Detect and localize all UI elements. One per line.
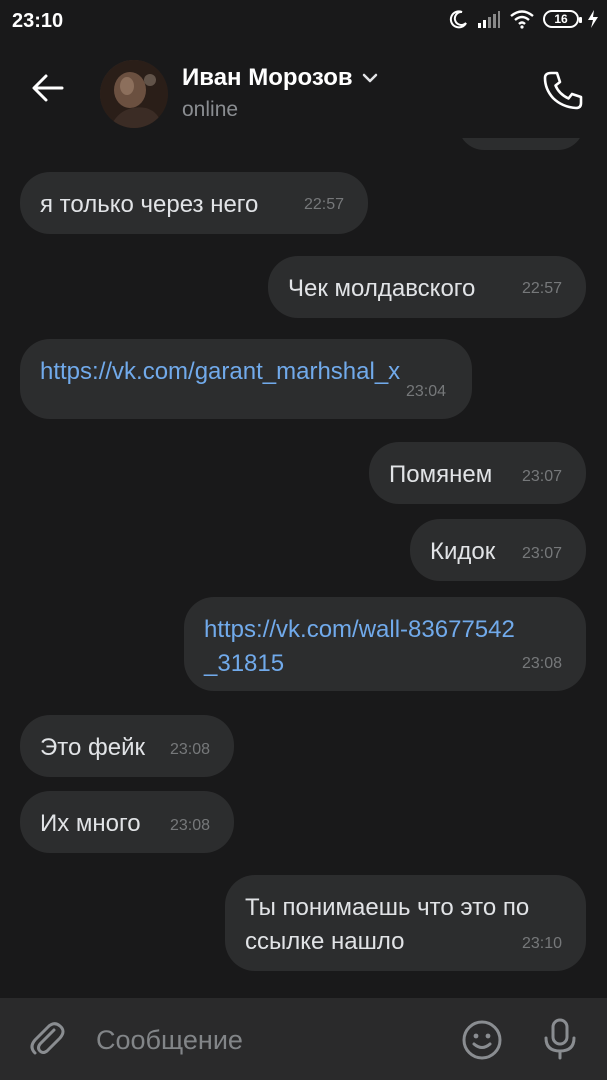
message-bubble-outgoing[interactable]: https://vk.com/wall-83677542 _31815 23:0… — [184, 597, 586, 691]
message-time: 23:07 — [522, 468, 563, 485]
battery-level: 16 — [554, 12, 568, 26]
contact-name-row[interactable]: Иван Морозов — [182, 64, 379, 92]
message-time: 23:08 — [170, 817, 211, 834]
message-bubble-outgoing[interactable]: Помянем 23:07 — [369, 442, 586, 504]
paperclip-icon — [30, 1022, 65, 1055]
message-text: Чек молдавского — [288, 275, 476, 302]
message-time: 23:04 — [406, 383, 447, 400]
microphone-icon — [544, 1018, 576, 1060]
status-bar: 23:10 16 — [0, 0, 607, 42]
voice-message-button[interactable] — [538, 1016, 582, 1062]
attach-button[interactable] — [26, 1018, 68, 1060]
message-bubble-incoming[interactable]: https://vk.com/garant_marhshal_x 23:04 — [20, 339, 472, 419]
chevron-down-icon — [362, 73, 377, 83]
message-time: 22:57 — [304, 196, 345, 213]
wifi-icon — [510, 10, 534, 29]
message-text: Ты понимаешь что это по ссылке нашло — [245, 894, 530, 955]
message-time: 23:08 — [170, 741, 211, 758]
avatar[interactable] — [100, 60, 168, 128]
avatar-image — [100, 60, 168, 128]
message-time: 23:07 — [522, 545, 563, 562]
message-link[interactable]: https://vk.com/garant_marhshal_x — [40, 358, 400, 385]
message-text: Помянем — [389, 461, 493, 488]
message-bubble-incoming[interactable]: Их много 23:08 — [20, 791, 234, 853]
smiley-icon — [462, 1020, 502, 1060]
charging-icon — [588, 10, 598, 28]
message-text: Это фейк — [40, 734, 145, 761]
status-time: 23:10 — [12, 10, 64, 32]
message-bubble-outgoing[interactable]: Ты понимаешь что это по ссылке нашло 23:… — [225, 875, 586, 971]
signal-icon — [478, 11, 500, 28]
composer-bar — [0, 998, 607, 1080]
back-button[interactable] — [28, 68, 68, 108]
message-time: 23:10 — [522, 935, 563, 952]
message-bubble-outgoing[interactable]: Кидок 23:07 — [410, 519, 586, 581]
message-text: я только через него — [40, 191, 259, 218]
chat-header: Иван Морозов online — [0, 42, 607, 138]
message-link[interactable]: https://vk.com/wall-83677542 _31815 — [204, 616, 515, 677]
message-bubble-incoming[interactable]: Это фейк 23:08 — [20, 715, 234, 777]
message-text: Кидок — [430, 538, 496, 565]
call-button[interactable] — [540, 68, 586, 114]
message-time: 23:08 — [522, 655, 563, 672]
contact-status: online — [182, 98, 239, 121]
arrow-back-icon — [32, 74, 64, 102]
message-bubble-outgoing[interactable]: Чек молдавского 22:57 — [268, 256, 586, 318]
phone-icon — [543, 71, 583, 110]
message-text: Их много — [40, 810, 141, 837]
emoji-button[interactable] — [460, 1018, 504, 1062]
message-bubble-incoming[interactable]: я только через него 22:57 — [20, 172, 368, 234]
contact-name: Иван Морозов — [182, 64, 353, 91]
moon-icon — [449, 10, 467, 29]
message-input[interactable] — [96, 1022, 436, 1058]
message-bubble-partial — [458, 138, 584, 150]
status-icons: 16 — [449, 9, 599, 29]
battery-indicator: 16 — [543, 10, 582, 28]
message-list[interactable]: я только через него 22:57 Чек молдавског… — [0, 138, 607, 998]
message-time: 22:57 — [522, 280, 563, 297]
